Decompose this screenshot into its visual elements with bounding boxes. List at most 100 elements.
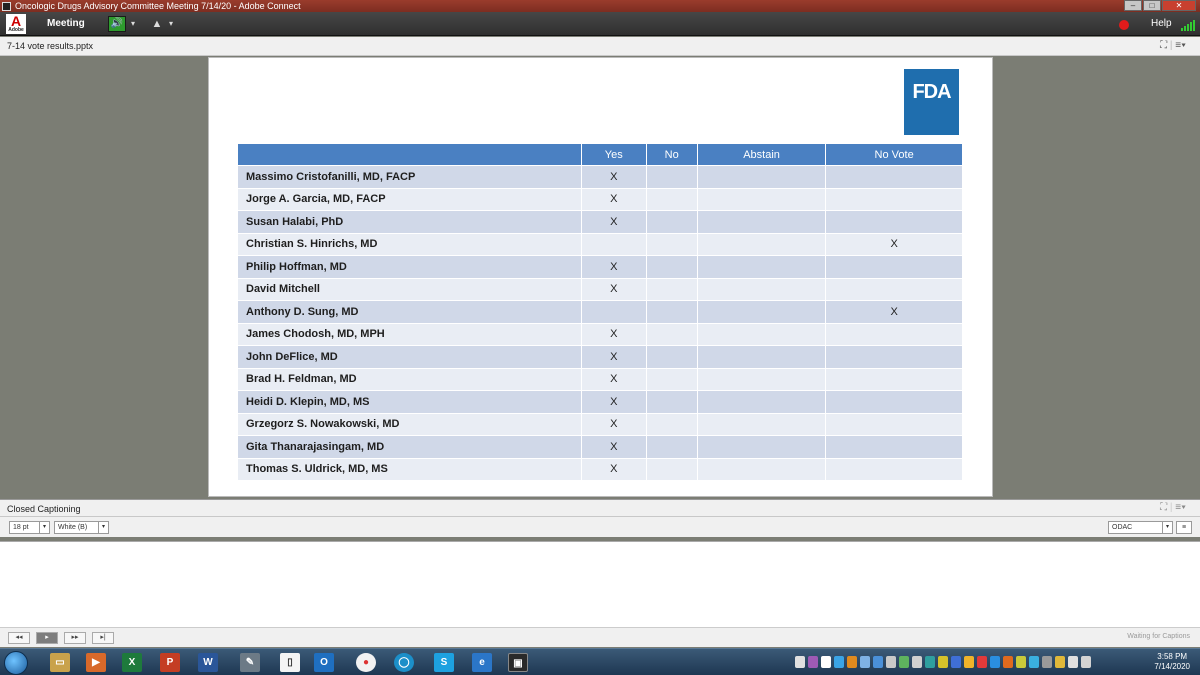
chevron-down-icon: ▾ [39, 522, 49, 533]
outlook-icon[interactable]: O [314, 653, 334, 672]
app-circle-icon[interactable]: ◯ [394, 653, 414, 672]
minimize-button[interactable]: – [1124, 0, 1142, 11]
member-name-cell: John DeFlice, MD [238, 346, 582, 368]
tray-icon[interactable] [977, 656, 987, 668]
clock[interactable]: 3:58 PM 7/14/2020 [1154, 652, 1190, 672]
tray-icon[interactable] [860, 656, 870, 668]
color-select[interactable]: White (B) ▾ [54, 521, 109, 534]
adobe-connect-icon[interactable]: ▣ [508, 653, 528, 672]
start-button[interactable] [4, 651, 28, 675]
tray-icon[interactable] [873, 656, 883, 668]
tray-icon[interactable] [795, 656, 805, 668]
no-cell [646, 458, 698, 480]
tray-icon[interactable] [990, 656, 1000, 668]
tray-icon[interactable] [964, 656, 974, 668]
tray-icon[interactable] [1042, 656, 1052, 668]
member-name-cell: Heidi D. Klepin, MD, MS [238, 391, 582, 413]
yes-cell: X [582, 346, 647, 368]
tray-icon[interactable] [951, 656, 961, 668]
pod-menu-icon[interactable]: ≡▾ [1175, 502, 1186, 513]
pod-menu-icon[interactable]: ≡▾ [1175, 40, 1186, 51]
vote-results-table: Yes No Abstain No Vote Massimo Cristofan… [238, 143, 963, 481]
no-vote-cell [826, 436, 963, 458]
tray-icon[interactable] [847, 656, 857, 668]
caption-options-button[interactable]: ≡ [1176, 521, 1192, 534]
no-vote-cell [826, 368, 963, 390]
caption-text-area[interactable] [0, 541, 1200, 627]
close-button[interactable]: ✕ [1162, 0, 1196, 11]
tray-icon[interactable] [899, 656, 909, 668]
internet-explorer-icon[interactable]: e [472, 653, 492, 672]
help-menu[interactable]: Help [1151, 18, 1172, 29]
fast-forward-button[interactable]: ▸▸ [64, 632, 86, 644]
media-player-icon[interactable]: ▶ [86, 653, 106, 672]
notepad-icon[interactable]: ▯ [280, 653, 300, 672]
tray-icon[interactable] [1003, 656, 1013, 668]
tray-icon[interactable] [938, 656, 948, 668]
abstain-cell [697, 301, 827, 323]
abstain-cell [697, 233, 827, 255]
tray-icon[interactable] [808, 656, 818, 668]
tray-icon[interactable] [1029, 656, 1039, 668]
share-pod-header: 7-14 vote results.pptx ⛶ | ≡▾ [0, 37, 1200, 56]
table-row: Susan Halabi, PhD X [238, 211, 963, 233]
volume-icon[interactable] [1081, 656, 1091, 668]
no-cell [646, 346, 698, 368]
no-cell [646, 211, 698, 233]
table-row: Grzegorz S. Nowakowski, MD X [238, 413, 963, 435]
yes-cell [582, 301, 647, 323]
window-title: Oncologic Drugs Advisory Committee Meeti… [15, 1, 301, 11]
no-cell [646, 391, 698, 413]
chrome-icon[interactable]: ● [356, 653, 376, 672]
no-cell [646, 278, 698, 300]
yes-cell [582, 233, 647, 255]
chevron-down-icon: ▾ [98, 522, 108, 533]
jump-to-end-button[interactable]: ▸| [92, 632, 114, 644]
table-row: Anthony D. Sung, MD X [238, 301, 963, 323]
connection-signal-icon [1181, 19, 1195, 31]
member-name-cell: Brad H. Feldman, MD [238, 368, 582, 390]
tray-icon[interactable] [821, 656, 831, 668]
tray-icon[interactable] [1068, 656, 1078, 668]
record-icon[interactable] [1119, 20, 1129, 30]
webcam-dropdown-icon[interactable]: ▾ [166, 16, 176, 32]
font-size-select[interactable]: 18 pt ▾ [9, 521, 50, 534]
captioning-footer: ◂◂ ▸ ▸▸ ▸| Waiting for Captions [0, 627, 1200, 647]
no-vote-cell [826, 188, 963, 210]
abstain-cell [697, 278, 827, 300]
no-vote-cell [826, 391, 963, 413]
no-cell [646, 256, 698, 278]
play-button[interactable]: ▸ [36, 632, 58, 644]
tray-icon[interactable] [1016, 656, 1026, 668]
tray-icon[interactable] [925, 656, 935, 668]
file-explorer-icon[interactable]: ▭ [50, 653, 70, 672]
fullscreen-icon[interactable]: ⛶ [1160, 40, 1167, 51]
system-tray [795, 654, 1091, 671]
window-controls: – □ ✕ [1123, 0, 1196, 11]
rewind-button[interactable]: ◂◂ [8, 632, 30, 644]
yes-cell: X [582, 278, 647, 300]
fullscreen-icon[interactable]: ⛶ [1160, 502, 1167, 513]
yes-cell: X [582, 323, 647, 345]
meeting-menu[interactable]: Meeting [47, 18, 85, 29]
adobe-logo-text: Adobe [8, 27, 24, 33]
tray-icon[interactable] [1055, 656, 1065, 668]
excel-icon[interactable]: X [122, 653, 142, 672]
skype-icon[interactable]: S [434, 653, 454, 672]
webcam-icon[interactable]: ▲ [150, 16, 164, 32]
no-vote-cell [826, 166, 963, 188]
word-icon[interactable]: W [198, 653, 218, 672]
powerpoint-icon[interactable]: P [160, 653, 180, 672]
fda-logo: FDA [904, 69, 959, 135]
tray-icon[interactable] [886, 656, 896, 668]
maximize-button[interactable]: □ [1143, 0, 1161, 11]
member-name-cell: Gita Thanarajasingam, MD [238, 436, 582, 458]
speaker-icon[interactable]: 🔊 [108, 16, 126, 32]
speaker-dropdown-icon[interactable]: ▾ [128, 16, 138, 32]
channel-select[interactable]: ODAC ▾ [1108, 521, 1173, 534]
menubar: A Adobe Meeting 🔊 ▾ ▲ ▾ Help [0, 12, 1200, 36]
tray-icon[interactable] [912, 656, 922, 668]
yes-cell: X [582, 391, 647, 413]
tray-icon[interactable] [834, 656, 844, 668]
paint-icon[interactable]: ✎ [240, 653, 260, 672]
